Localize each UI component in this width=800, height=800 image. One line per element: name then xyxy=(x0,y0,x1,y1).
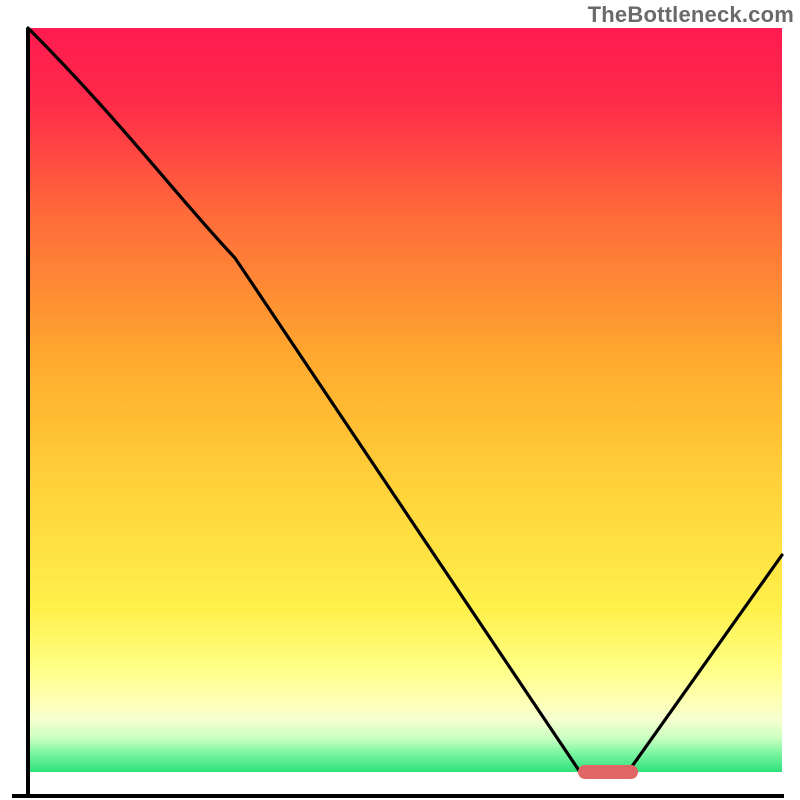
chart-stage: TheBottleneck.com xyxy=(0,0,800,800)
optimal-range-marker xyxy=(578,765,638,779)
watermark-text: TheBottleneck.com xyxy=(588,2,794,28)
plot-gradient-background xyxy=(28,28,782,772)
bottleneck-chart xyxy=(0,0,800,800)
